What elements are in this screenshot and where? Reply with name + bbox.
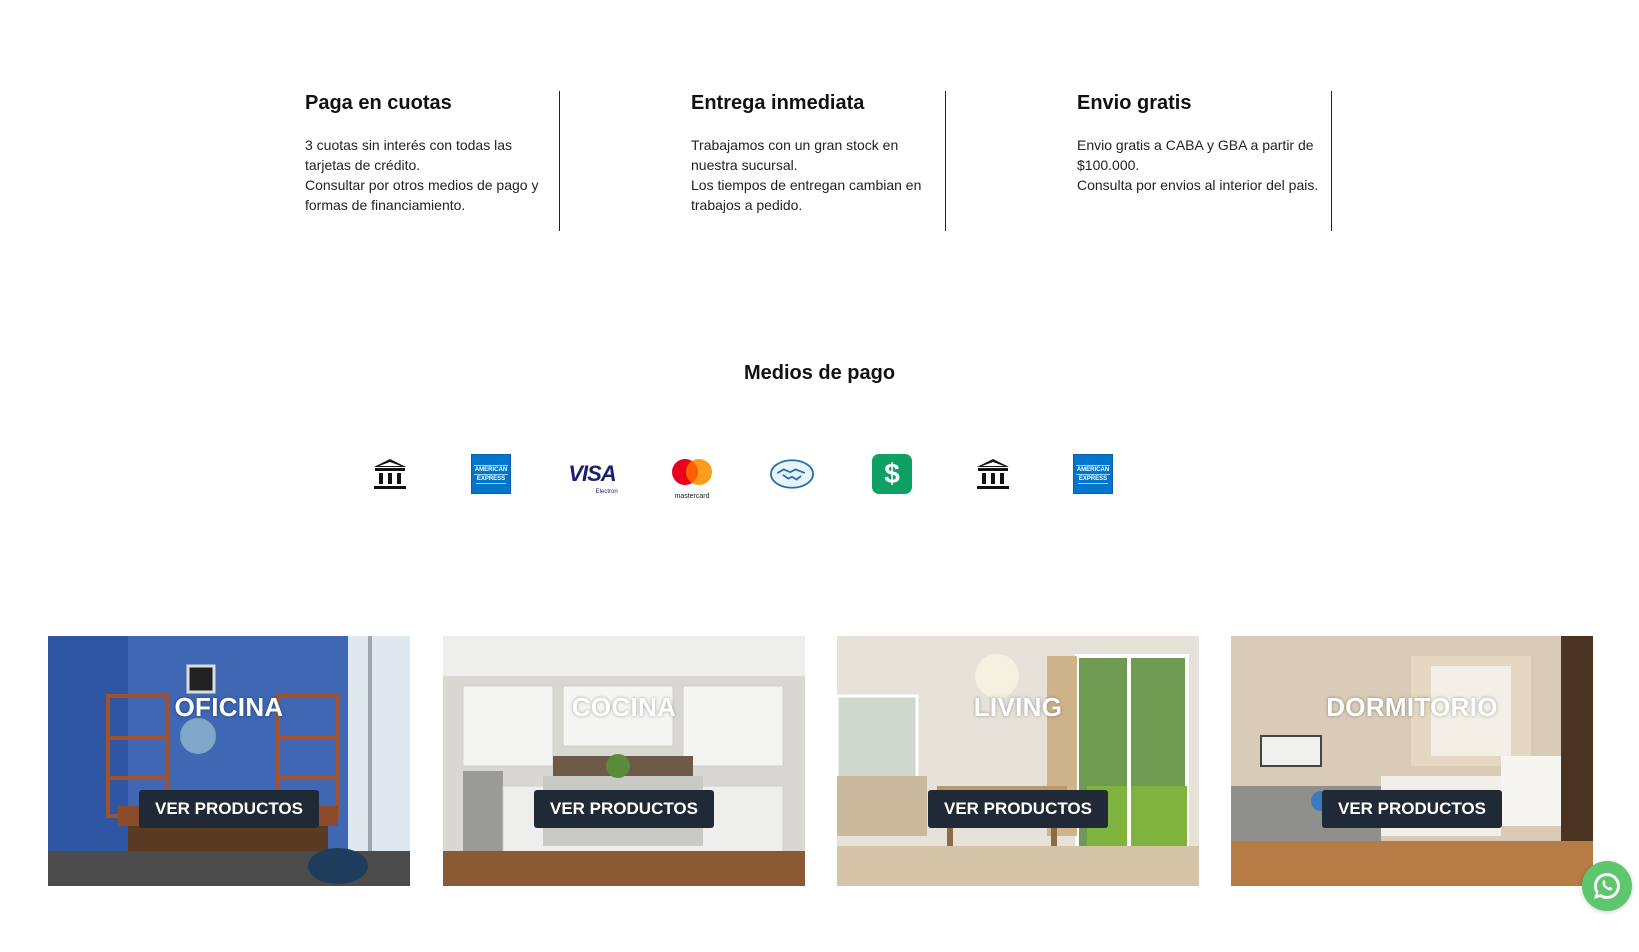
mastercard-label: mastercard	[674, 493, 710, 500]
feature-line: 3 cuotas sin interés con todas las tarje…	[305, 137, 513, 173]
category-title: COCINA	[571, 692, 677, 722]
category-title: OFICINA	[174, 692, 284, 722]
living-image	[837, 636, 1199, 886]
feature-text: 3 cuotas sin interés con todas las tarje…	[305, 135, 553, 215]
feature-text: Envio gratis a CABA y GBA a partir de $1…	[1077, 135, 1325, 195]
feature-title: Envio gratis	[1077, 92, 1192, 114]
visa-sublabel: Electron	[595, 489, 618, 495]
office-image	[48, 636, 410, 886]
whatsapp-button[interactable]	[1582, 861, 1632, 911]
mastercard-icon: mastercard	[670, 452, 714, 500]
mercadopago-icon	[770, 452, 814, 496]
category-card-cocina[interactable]: COCINA VER PRODUCTOS	[443, 636, 805, 886]
amex-icon: AMERICAN EXPRESS	[469, 452, 513, 496]
bank-icon	[971, 452, 1015, 496]
feature-text: Trabajamos con un gran stock en nuestra …	[691, 135, 939, 215]
feature-delivery: Entrega inmediata Trabajamos con un gran…	[691, 91, 946, 231]
feature-line: Trabajamos con un gran stock en nuestra …	[691, 137, 899, 173]
feature-line: Los tiempos de entregan cambian en traba…	[691, 177, 922, 213]
category-card-living[interactable]: LIVING VER PRODUCTOS	[837, 636, 1199, 886]
amex-label: AMERICAN	[473, 464, 509, 475]
amex-label: AMERICAN	[1075, 464, 1111, 475]
amex-label: EXPRESS	[1077, 475, 1109, 484]
payment-methods-title: Medios de pago	[743, 362, 896, 384]
feature-line: Consultar por otros medios de pago y for…	[305, 177, 539, 213]
visa-icon: VISA Electron	[568, 452, 617, 496]
view-products-button[interactable]: VER PRODUCTOS	[534, 790, 714, 828]
category-title: DORMITORIO	[1326, 692, 1498, 722]
feature-installments: Paga en cuotas 3 cuotas sin interés con …	[305, 91, 560, 231]
category-title: LIVING	[973, 692, 1063, 722]
feature-line: Envio gratis a CABA y GBA a partir de $1…	[1077, 137, 1314, 173]
bank-icon	[368, 452, 412, 496]
feature-title: Entrega inmediata	[691, 92, 865, 114]
amex-label: EXPRESS	[475, 475, 507, 484]
feature-title: Paga en cuotas	[305, 92, 452, 114]
bedroom-image	[1231, 636, 1593, 886]
feature-line: Consulta por envios al interior del pais…	[1077, 177, 1319, 193]
cash-icon: $	[870, 452, 914, 496]
cash-label: $	[872, 454, 912, 494]
feature-free-shipping: Envio gratis Envio gratis a CABA y GBA a…	[1077, 91, 1332, 231]
view-products-button[interactable]: VER PRODUCTOS	[1322, 790, 1502, 828]
category-card-dormitorio[interactable]: DORMITORIO VER PRODUCTOS	[1231, 636, 1593, 886]
view-products-button[interactable]: VER PRODUCTOS	[928, 790, 1108, 828]
whatsapp-icon	[1593, 872, 1620, 899]
category-card-oficina[interactable]: OFICINA VER PRODUCTOS	[48, 636, 410, 886]
kitchen-image	[443, 636, 805, 886]
view-products-button[interactable]: VER PRODUCTOS	[139, 790, 319, 828]
amex-icon: AMERICAN EXPRESS	[1071, 452, 1115, 496]
visa-label: VISA	[568, 461, 616, 486]
